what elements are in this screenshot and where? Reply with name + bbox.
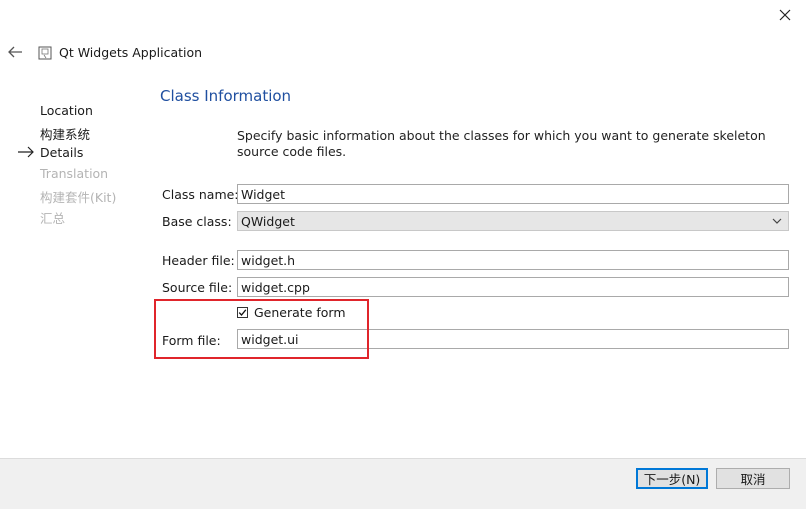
step-translation: Translation: [40, 166, 109, 181]
back-button[interactable]: [4, 42, 26, 62]
highlight-annotation-box: [154, 299, 369, 359]
header-file-value: widget.h: [241, 252, 296, 268]
close-icon: [779, 9, 791, 21]
source-file-input[interactable]: widget.cpp: [237, 277, 789, 297]
window-title: Qt Widgets Application: [59, 45, 203, 60]
close-button[interactable]: [770, 2, 800, 28]
page-description: Specify basic information about the clas…: [237, 128, 766, 159]
back-arrow-icon: [8, 46, 22, 58]
cancel-button[interactable]: 取消: [716, 468, 790, 489]
page-title: Class Information: [160, 87, 292, 105]
next-button[interactable]: 下一步(N): [636, 468, 708, 489]
chevron-down-icon: [772, 218, 782, 224]
step-kits: 构建套件(Kit): [40, 190, 117, 205]
base-class-value: QWidget: [241, 213, 295, 229]
current-step-arrow-icon: [18, 146, 34, 158]
step-summary: 汇总: [40, 211, 66, 226]
source-file-label: Source file:: [162, 280, 233, 295]
step-location: Location: [40, 103, 93, 118]
app-icon: [38, 46, 52, 60]
class-name-input[interactable]: Widget: [237, 184, 789, 204]
header-file-input[interactable]: widget.h: [237, 250, 789, 270]
step-build-system: 构建系统: [40, 127, 91, 142]
base-class-label: Base class:: [162, 214, 232, 229]
step-details: Details: [40, 145, 84, 160]
class-name-label: Class name:: [162, 187, 239, 202]
base-class-select[interactable]: QWidget: [237, 211, 789, 231]
class-name-value: Widget: [241, 186, 286, 202]
header-file-label: Header file:: [162, 253, 235, 268]
source-file-value: widget.cpp: [241, 279, 310, 295]
